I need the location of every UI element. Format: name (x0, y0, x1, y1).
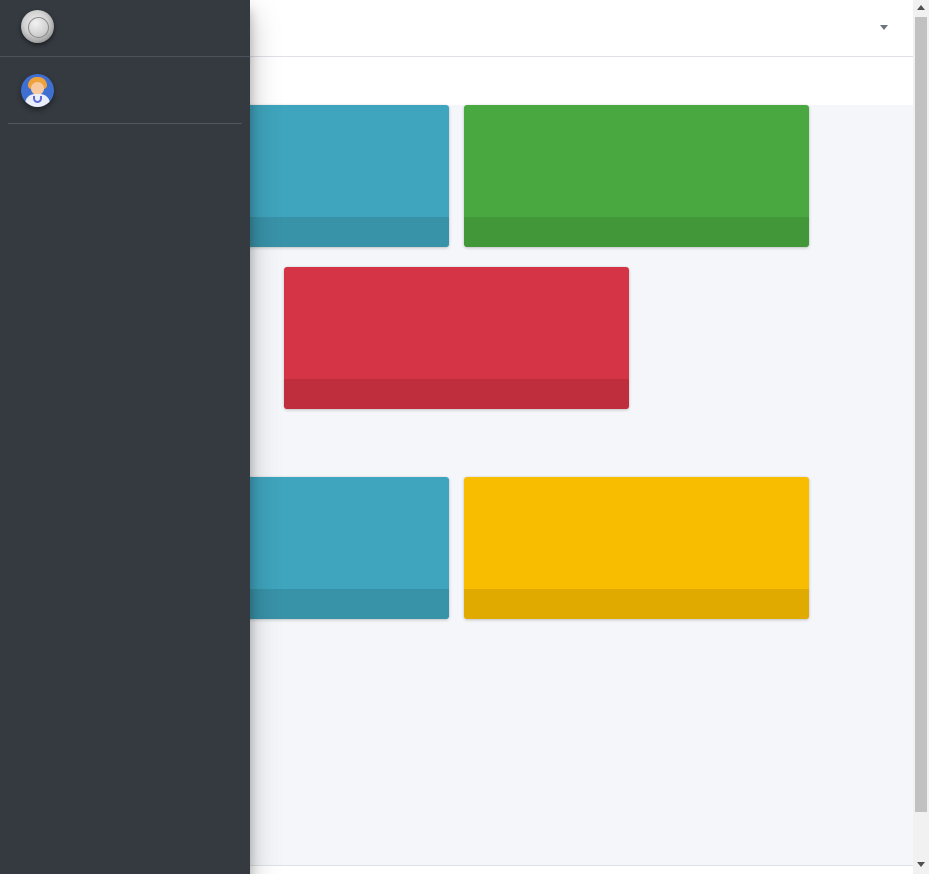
arrow-up-icon[interactable] (917, 5, 925, 10)
warning-box-yellow (464, 477, 809, 619)
user-panel[interactable] (8, 57, 242, 124)
vertical-scrollbar[interactable] (913, 0, 929, 874)
sidebar (0, 0, 250, 874)
success-box-inner (464, 105, 809, 217)
brand-seal-logo-icon (21, 10, 54, 43)
warning-box-inner (464, 477, 809, 589)
danger-box-inner (284, 267, 629, 379)
caret-down-icon[interactable] (880, 25, 888, 30)
arrow-down-icon[interactable] (917, 862, 925, 867)
doctor-avatar-icon (21, 74, 54, 107)
success-box-green (464, 105, 809, 247)
warning-box-footer-link[interactable] (464, 589, 809, 619)
brand-link[interactable] (0, 0, 250, 57)
success-box-footer-link[interactable] (464, 217, 809, 247)
scrollbar-thumb[interactable] (915, 17, 927, 812)
danger-box-red (284, 267, 629, 409)
danger-box-footer-link[interactable] (284, 379, 629, 409)
